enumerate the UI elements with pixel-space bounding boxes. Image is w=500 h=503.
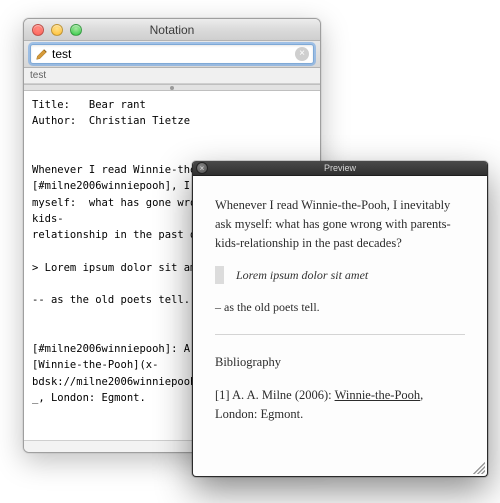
resize-grip-icon[interactable] [473, 462, 485, 474]
zoom-icon[interactable] [70, 24, 82, 36]
preview-paragraph: Whenever I read Winnie-the-Pooh, I inevi… [215, 196, 465, 252]
bib-title-link[interactable]: Winnie-the-Pooh [335, 388, 421, 402]
notation-titlebar[interactable]: Notation [24, 19, 320, 41]
splitter[interactable] [24, 84, 320, 91]
grip-icon [170, 86, 174, 90]
edit-icon [35, 48, 48, 61]
preview-window-title: Preview [324, 163, 356, 173]
bibliography-entry: [1] A. A. Milne (2006): Winnie-the-Pooh,… [215, 386, 465, 424]
preview-body: Whenever I read Winnie-the-Pooh, I inevi… [193, 176, 487, 476]
search-row: × [24, 41, 320, 68]
bib-prefix: [1] A. A. Milne (2006): [215, 388, 335, 402]
close-icon[interactable]: × [196, 162, 208, 174]
divider [215, 334, 465, 335]
list-item[interactable]: test [30, 70, 46, 81]
preview-titlebar[interactable]: × Preview [193, 161, 487, 176]
preview-paragraph: – as the old poets tell. [215, 298, 465, 316]
clear-search-icon[interactable]: × [295, 47, 309, 61]
search-field-wrap: × [30, 44, 314, 64]
traffic-lights [32, 24, 82, 36]
minimize-icon[interactable] [51, 24, 63, 36]
preview-blockquote: Lorem ipsum dolor sit amet [215, 266, 465, 284]
preview-window: × Preview Whenever I read Winnie-the-Poo… [192, 161, 488, 477]
search-input[interactable] [52, 47, 291, 61]
notes-list[interactable]: test [24, 68, 320, 84]
close-icon[interactable] [32, 24, 44, 36]
bibliography-heading: Bibliography [215, 353, 465, 372]
